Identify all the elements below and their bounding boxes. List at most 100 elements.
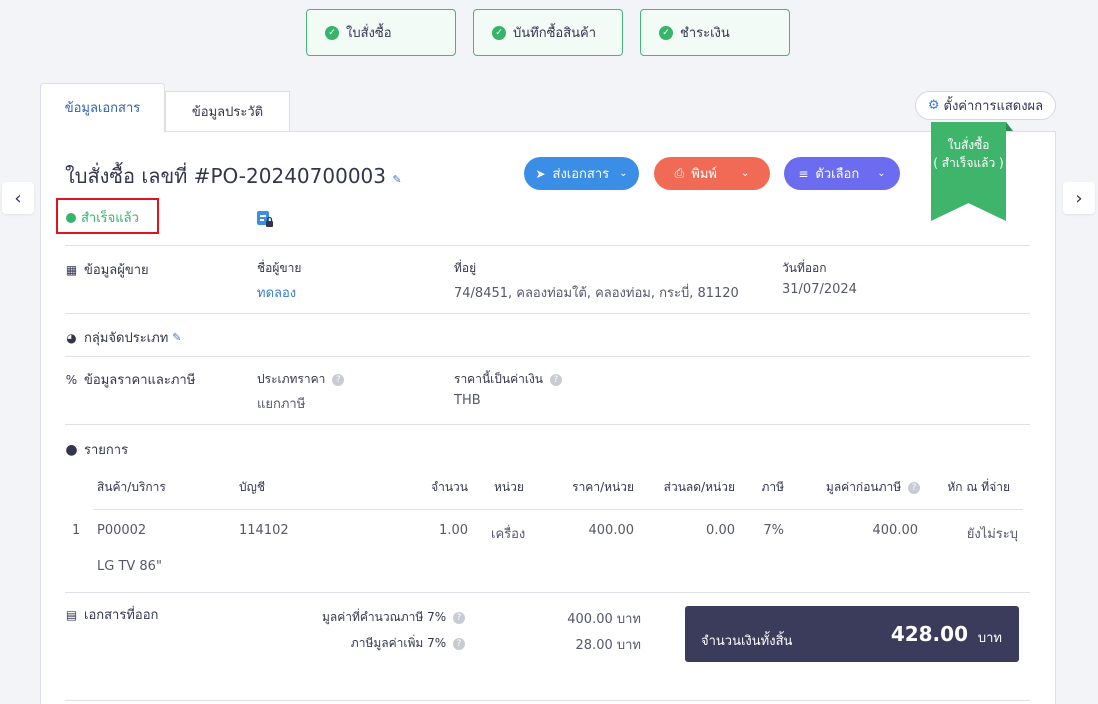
vendor-name-label: ชื่อผู้ขาย xyxy=(257,261,302,275)
column-header-discount: ส่วนลด/หน่วย xyxy=(663,480,735,494)
divider xyxy=(65,245,1030,246)
divider xyxy=(65,592,1030,593)
printer-icon: ⎙ xyxy=(674,166,685,180)
status-text: สำเร็จแล้ว xyxy=(81,211,139,226)
column-header-wht: หัก ณ ที่จ่าย xyxy=(947,480,1010,494)
chevron-down-icon: ⌄ xyxy=(877,168,886,179)
ribbon-status: ( สำเร็จแล้ว ) xyxy=(933,156,1004,170)
check-circle-icon: ✓ xyxy=(325,25,339,40)
price-type-value: แยกภาษี xyxy=(257,397,306,412)
send-document-label: ส่งเอกสาร xyxy=(552,167,610,182)
vat-value: 28.00 บาท xyxy=(575,638,641,653)
ribbon-fold xyxy=(1006,122,1013,131)
column-header-price: ราคา/หน่วย xyxy=(572,480,634,494)
divider xyxy=(93,509,1023,510)
divider xyxy=(65,313,1030,314)
taxable-amount-label-text: มูลค่าที่คำนวณภาษี 7% xyxy=(321,610,447,624)
items-section-title: ● รายการ xyxy=(65,439,128,460)
status-badge: สำเร็จแล้ว xyxy=(66,207,139,228)
column-header-qty: จำนวน xyxy=(431,480,468,494)
address-label: ที่อยู่ xyxy=(454,261,477,275)
step-label: ใบสั่งซื้อ xyxy=(346,26,392,41)
divider xyxy=(65,424,1030,425)
step-label: ชำระเงิน xyxy=(680,26,730,41)
column-header-unit: หน่วย xyxy=(494,480,524,494)
grand-total-box: จำนวนเงินทั้งสิ้น 428.00 บาท xyxy=(685,606,1019,662)
display-settings-label: ตั้งค่าการแสดงผล xyxy=(943,99,1044,114)
edit-pencil-icon[interactable]: ✎ xyxy=(392,173,401,186)
issue-date-label: วันที่ออก xyxy=(782,261,827,275)
address-value: 74/8451, คลองท่อมใต้, คลองท่อม, กระบี่, … xyxy=(454,286,739,301)
step-label: บันทึกซื้อสินค้า xyxy=(513,26,597,41)
currency-label: ราคานี้เป็นค่าเงิน ? xyxy=(454,370,562,389)
pie-chart-icon: ◕ xyxy=(66,330,77,345)
step-payment[interactable]: ✓ ชำระเงิน xyxy=(640,9,790,56)
category-section-title: ◕ กลุ่มจัดประเภท ✎ xyxy=(65,327,181,348)
help-icon[interactable]: ? xyxy=(453,637,465,650)
taxable-amount-label: มูลค่าที่คำนวณภาษี 7% ? xyxy=(280,608,465,627)
category-section-label: กลุ่มจัดประเภท xyxy=(84,331,169,346)
vat-label-text: ภาษีมูลค่าเพิ่ม 7% xyxy=(350,636,447,650)
wht-value: ยังไม่ระบุ xyxy=(966,527,1018,542)
menu-lines-icon: ≡ xyxy=(798,166,809,181)
print-button[interactable]: ⎙ พิมพ์ ⌄ xyxy=(654,157,770,190)
issued-docs-section-title: ▤ เอกสารที่ออก xyxy=(65,604,159,625)
grand-total-label: จำนวนเงินทั้งสิ้น xyxy=(701,634,793,649)
column-header-pretax: มูลค่าก่อนภาษี ? xyxy=(800,478,920,497)
step-record-purchase[interactable]: ✓ บันทึกซื้อสินค้า xyxy=(473,9,623,56)
previous-document-button[interactable]: ‹ xyxy=(2,182,34,214)
document-lock-icon[interactable] xyxy=(257,211,274,228)
pricing-section-label: ข้อมูลราคาและภาษี xyxy=(84,373,196,388)
discount-value: 0.00 xyxy=(706,523,735,538)
unit-value: เครื่อง xyxy=(491,527,526,542)
issue-date-value: 31/07/2024 xyxy=(782,282,857,297)
gear-icon: ⚙ xyxy=(927,98,940,113)
grand-total-amount: 428.00 xyxy=(890,622,968,646)
step-purchase-order[interactable]: ✓ ใบสั่งซื้อ xyxy=(306,9,456,56)
product-code-link[interactable]: P00002 xyxy=(97,523,146,538)
tab-document-info[interactable]: ข้อมูลเอกสาร xyxy=(40,83,165,133)
display-settings-button[interactable]: ⚙ ตั้งค่าการแสดงผล xyxy=(915,91,1056,120)
check-circle-icon: ✓ xyxy=(659,25,673,40)
options-button[interactable]: ≡ ตัวเลือก ⌄ xyxy=(784,157,900,190)
column-header-pretax-text: มูลค่าก่อนภาษี xyxy=(825,480,902,494)
help-icon[interactable]: ? xyxy=(453,611,465,624)
tab-history[interactable]: ข้อมูลประวัติ xyxy=(165,91,290,132)
column-header-account: บัญชี xyxy=(239,480,265,494)
account-value: 114102 xyxy=(239,523,289,538)
items-section-label: รายการ xyxy=(84,443,129,458)
building-icon: ▦ xyxy=(65,262,78,277)
document-title: ใบสั่งซื้อ เลขที่ #PO-20240700003 ✎ xyxy=(65,160,402,192)
grand-total-unit: บาท xyxy=(977,631,1002,646)
price-type-label-text: ประเภทราคา xyxy=(257,372,326,386)
row-number: 1 xyxy=(72,523,81,538)
send-document-button[interactable]: ➤ ส่งเอกสาร ⌄ xyxy=(524,157,639,190)
print-label: พิมพ์ xyxy=(691,167,717,182)
price-type-label: ประเภทราคา ? xyxy=(257,370,345,389)
qty-value: 1.00 xyxy=(439,523,468,538)
status-dot-icon xyxy=(66,212,76,223)
next-document-button[interactable]: › xyxy=(1063,182,1095,214)
help-icon[interactable]: ? xyxy=(332,373,345,386)
chevron-down-icon: ⌄ xyxy=(619,168,628,179)
help-icon[interactable]: ? xyxy=(549,373,562,386)
percent-badge-icon: % xyxy=(65,372,78,387)
price-value: 400.00 xyxy=(588,523,635,538)
pricing-section-title: % ข้อมูลราคาและภาษี xyxy=(65,369,195,390)
divider xyxy=(65,700,1030,701)
currency-label-text: ราคานี้เป็นค่าเงิน xyxy=(454,372,544,386)
help-icon[interactable]: ? xyxy=(908,481,920,494)
chevron-down-icon: ⌄ xyxy=(740,168,750,179)
vendor-section-label: ข้อมูลผู้ขาย xyxy=(84,263,149,278)
options-label: ตัวเลือก xyxy=(815,167,860,182)
edit-pencil-icon[interactable]: ✎ xyxy=(172,331,181,344)
pretax-value: 400.00 xyxy=(872,523,919,538)
vendor-name-link[interactable]: ทดลอง xyxy=(257,282,296,303)
product-description: LG TV 86" xyxy=(97,559,162,574)
check-circle-icon: ✓ xyxy=(492,25,506,40)
clipboard-icon: ▤ xyxy=(65,607,78,622)
vendor-section-title: ▦ ข้อมูลผู้ขาย xyxy=(65,259,149,280)
issued-docs-section-label: เอกสารที่ออก xyxy=(84,608,159,623)
chevron-right-icon: › xyxy=(1075,187,1083,209)
vat-label: ภาษีมูลค่าเพิ่ม 7% ? xyxy=(280,634,465,653)
